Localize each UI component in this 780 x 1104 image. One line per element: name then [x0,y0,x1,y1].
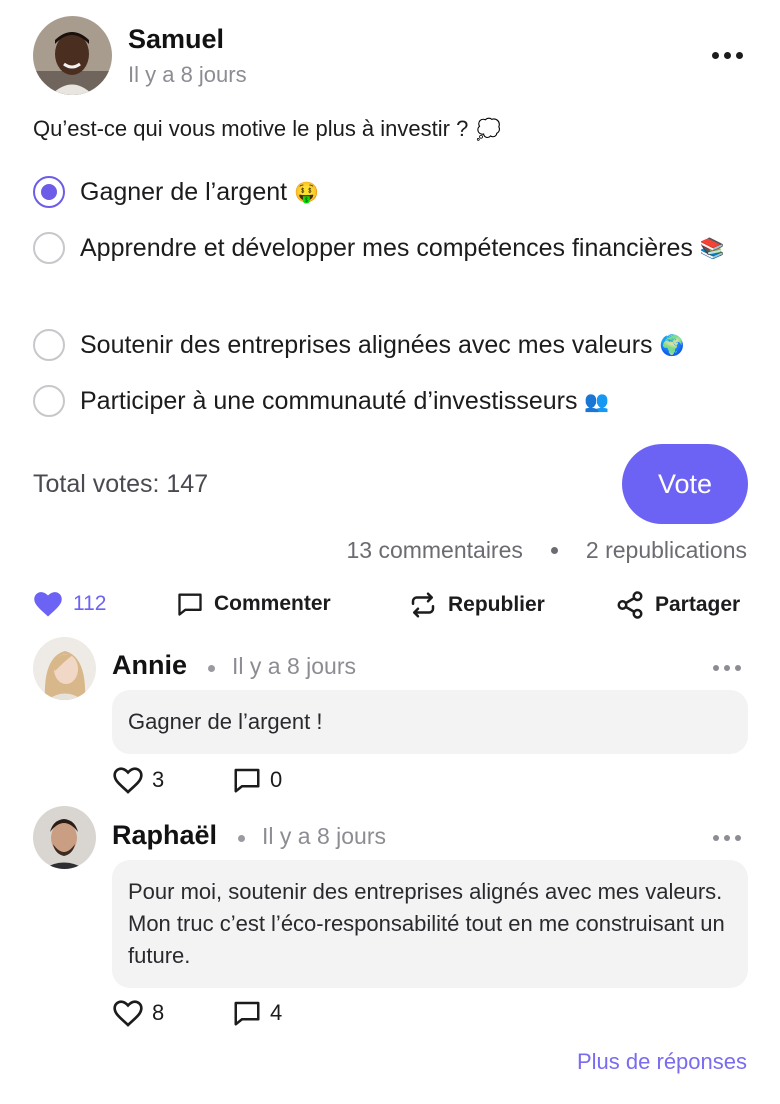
poll-option-4[interactable]: Participer à une communauté d’investisse… [33,385,740,422]
like-button[interactable]: 112 [33,590,106,618]
radio-unselected-icon[interactable] [33,385,65,417]
radio-selected-icon[interactable] [33,176,65,208]
comment-timestamp: Il y a 8 jours [262,823,386,849]
radio-unselected-icon[interactable] [33,232,65,264]
people-icon: 👥 [584,391,610,414]
money-face-icon: 🤑 [294,182,319,205]
option-label: Participer à une communauté d’investisse… [80,387,578,415]
vote-button[interactable]: Vote [622,444,748,524]
commenter-avatar[interactable] [33,637,96,700]
option-label: Soutenir des entreprises alignées avec m… [80,331,653,359]
post-more-icon[interactable] [712,52,743,59]
heart-outline-icon [113,1000,143,1027]
poll-question-text: Qu’est-ce qui vous motive le plus à inve… [33,116,469,141]
option-label: Apprendre et développer mes compétences … [80,234,693,262]
repost-button[interactable]: Republier [408,590,545,620]
comment-like-button[interactable]: 3 [112,765,164,795]
likes-count: 112 [73,592,107,615]
comment-more-icon[interactable] [713,835,741,841]
comment-like-button[interactable]: 8 [112,998,164,1028]
comment-more-icon[interactable] [713,665,741,671]
author-avatar[interactable] [33,16,112,95]
post-stats: 13 commentaires 2 republications [346,537,747,564]
comment-icon [234,768,260,793]
share-icon [617,591,643,619]
option-label: Gagner de l’argent [80,178,288,206]
poll-option-2[interactable]: Apprendre et développer mes compétences … [33,232,740,269]
comment-bubble: Pour moi, soutenir des entreprises align… [112,860,748,988]
comment-icon [234,1001,260,1026]
post-timestamp: Il y a 8 jours [128,62,247,87]
books-icon: 📚 [699,238,725,261]
commenter-name[interactable]: Raphaël [112,820,217,851]
radio-unselected-icon[interactable] [33,329,65,361]
heart-outline-icon [113,767,143,794]
author-name[interactable]: Samuel [128,24,224,55]
commenter-avatar[interactable] [33,806,96,869]
comment-bubble: Gagner de l’argent ! [112,690,748,754]
comment-replies-count: 4 [270,1000,283,1025]
share-label: Partager [655,593,741,616]
comment-timestamp: Il y a 8 jours [232,653,356,679]
poll-option-1[interactable]: Gagner de l’argent 🤑 [33,176,740,213]
separator-dot [550,547,558,554]
repost-label: Republier [448,593,545,616]
poll-question: Qu’est-ce qui vous motive le plus à inve… [33,116,501,142]
comment-reply-button[interactable]: 0 [232,765,282,795]
comment-label: Commenter [214,592,331,615]
poll-option-3[interactable]: Soutenir des entreprises alignées avec m… [33,329,740,366]
post-actions: 112 Commenter Republier Partager [33,590,747,628]
separator-dot [208,665,215,672]
globe-icon: 🌍 [659,335,685,358]
reposts-count[interactable]: 2 republications [586,537,747,564]
comment-text: Pour moi, soutenir des entreprises align… [128,879,725,968]
total-votes: Total votes: 147 [33,470,209,498]
heart-icon [34,592,62,617]
separator-dot [238,835,245,842]
comment-likes-count: 8 [152,1000,165,1025]
thought-bubble-icon: 💭 [476,118,502,141]
comments-count[interactable]: 13 commentaires [346,537,522,564]
comment-button[interactable]: Commenter [176,590,331,618]
comment-replies-count: 0 [270,767,283,792]
comment-text: Gagner de l’argent ! [128,709,323,734]
share-button[interactable]: Partager [615,590,740,620]
repost-icon [411,592,435,618]
comment-icon [178,593,202,616]
comment-likes-count: 3 [152,767,165,792]
more-replies-link[interactable]: Plus de réponses [577,1049,747,1075]
commenter-name[interactable]: Annie [112,650,187,681]
comment-reply-button[interactable]: 4 [232,998,282,1028]
